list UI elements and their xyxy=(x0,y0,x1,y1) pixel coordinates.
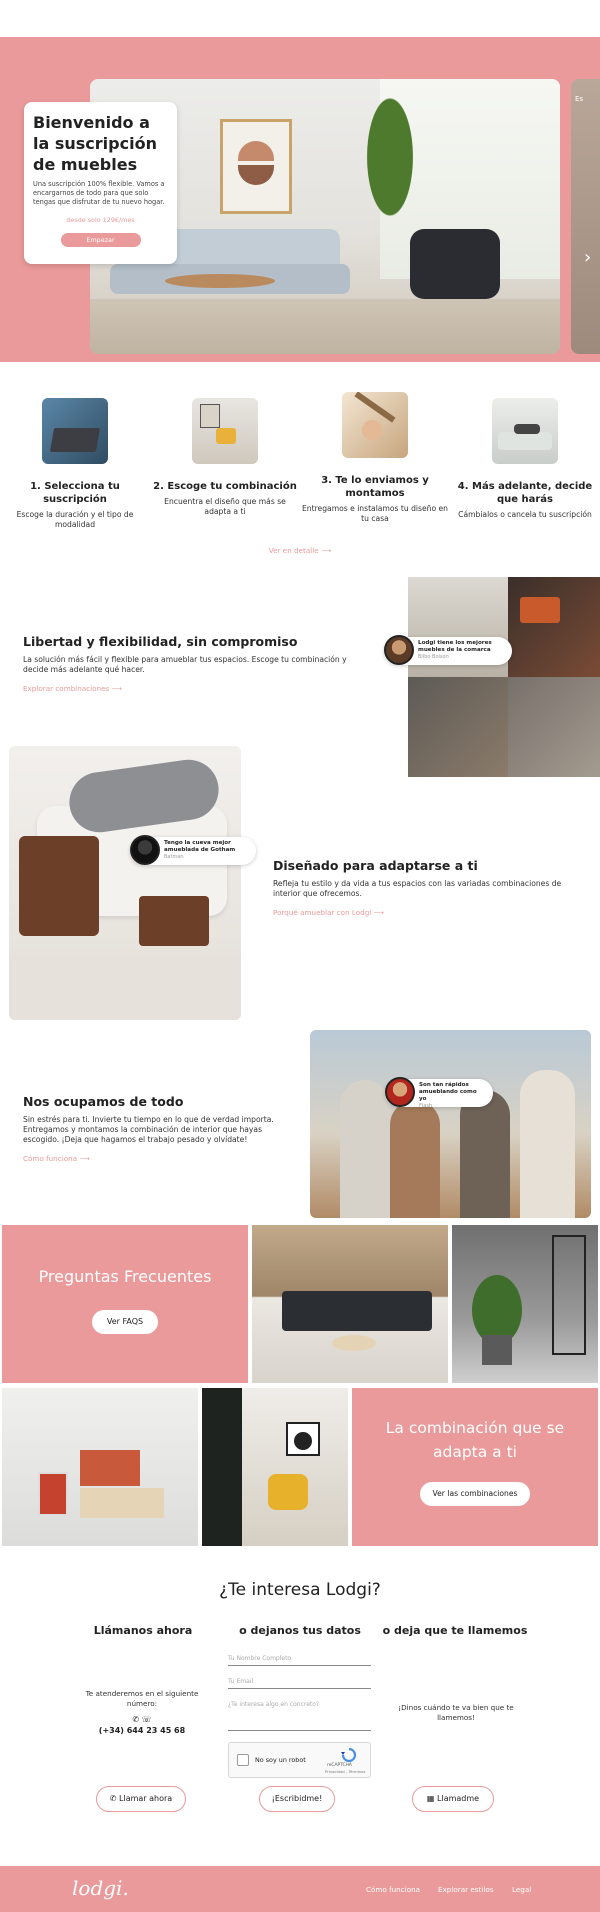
yellow-chair-tile-image xyxy=(202,1388,348,1546)
call-now-text: Te atenderemos en el siguiente número: xyxy=(85,1689,199,1708)
name-field[interactable]: Tu Nombre Completo xyxy=(228,1655,371,1666)
chevron-right-icon[interactable]: › xyxy=(584,247,591,268)
calendar-icon: ▦ xyxy=(426,1794,438,1803)
recaptcha-widget: No soy un robot reCAPTCHA Privacidad - T… xyxy=(228,1742,371,1778)
avatar xyxy=(384,635,414,665)
avatar xyxy=(385,1077,415,1107)
footer-link-how-it-works[interactable]: Cómo funciona xyxy=(366,1885,420,1894)
write-me-button[interactable]: ¡Escribidme! xyxy=(259,1786,335,1812)
step-title: 3. Te lo enviamos y montamos xyxy=(321,475,429,499)
hero-description: Una suscripción 100% flexible. Vamos a e… xyxy=(33,180,165,206)
testimonial-badge: Son tan rápidos amueblando como yo Flash xyxy=(385,1077,493,1109)
message-field[interactable]: ¿Te interesa algo en concreto? xyxy=(228,1701,371,1731)
email-field[interactable]: Tu Email xyxy=(228,1678,371,1689)
chair-image xyxy=(192,398,258,464)
call-me-label: Llamadme xyxy=(437,1794,480,1803)
step-title: 4. Más adelante, decide que harás xyxy=(457,481,593,505)
tv-room-tile-image xyxy=(2,1388,198,1546)
faq-tile: Preguntas Frecuentes Ver FAQS xyxy=(2,1225,248,1383)
testimonial-badge: Lodgi tiene los mejores muebles de la co… xyxy=(384,635,512,665)
feature-title: Diseñado para adaptarse a ti xyxy=(273,858,478,873)
see-details-link[interactable]: Ver en detalle ⟶ xyxy=(0,546,600,555)
avatar xyxy=(130,835,160,865)
testimonial-author: Bilbo Bolsón xyxy=(418,654,449,660)
hero-next-slide-preview: Es xyxy=(571,79,600,354)
start-button[interactable]: Empezar xyxy=(60,233,141,247)
combination-tile: La combinación que se adapta a ti Ver la… xyxy=(352,1388,598,1546)
feature-text: La solución más fácil y flexible para am… xyxy=(23,655,347,674)
view-combinations-button[interactable]: Ver las combinaciones xyxy=(420,1482,530,1506)
step-title: 1. Selecciona tu suscripción xyxy=(30,481,120,505)
feature-service: Nos ocupamos de todo Sin estrés para ti.… xyxy=(23,1094,288,1163)
feature-title: Libertad y flexibilidad, sin compromiso xyxy=(23,634,298,649)
step-4: 4. Más adelante, decide que harás Cámbia… xyxy=(450,398,600,520)
feature-text: Refleja tu estilo y da vida a tus espaci… xyxy=(273,879,562,898)
friends-image xyxy=(310,1030,591,1218)
write-me-label: ¡Escribidme! xyxy=(271,1794,323,1803)
testimonial-author: Flash xyxy=(419,1103,433,1109)
phone-number: (+34) 644 23 45 68 xyxy=(98,1726,186,1735)
captcha-label: No soy un robot xyxy=(255,1756,306,1764)
contact-title: ¿Te interesa Lodgi? xyxy=(219,1580,381,1600)
faq-title: Preguntas Frecuentes xyxy=(38,1267,212,1286)
step-text: Cámbialos o cancela tu suscripción xyxy=(458,510,592,519)
step-3: 3. Te lo enviamos y montamos Entregamos … xyxy=(300,392,450,524)
captcha-checkbox[interactable] xyxy=(237,1754,249,1766)
how-it-works-link[interactable]: Cómo funciona ⟶ xyxy=(23,1154,288,1163)
leave-data-heading: o dejanos tus datos xyxy=(239,1624,361,1637)
relaxing-image xyxy=(492,398,558,464)
feature-title: Nos ocupamos de todo xyxy=(23,1094,184,1109)
living-room-tile-image xyxy=(252,1225,448,1383)
step-text: Encuentra el diseño que más se adapta a … xyxy=(164,497,286,516)
captcha-links[interactable]: Privacidad - Términos xyxy=(325,1769,365,1774)
hero-peek-text: Es xyxy=(575,95,584,103)
phone-icon: ✆ xyxy=(109,1794,120,1803)
laptop-image xyxy=(42,398,108,464)
hero-banner: Es › Bienvenido a la suscripción de mueb… xyxy=(0,37,600,362)
combination-title: La combinación que se adapta a ti xyxy=(385,1419,565,1461)
explore-combinations-link[interactable]: Explorar combinaciones ⟶ xyxy=(23,684,368,693)
step-text: Entregamos e instalamos tu diseño en tu … xyxy=(302,504,448,523)
feature-design: Diseñado para adaptarse a ti Refleja tu … xyxy=(273,858,583,917)
testimonial-text: Son tan rápidos amueblando como yo xyxy=(419,1082,477,1102)
testimonial-author: Batman xyxy=(164,854,184,860)
step-1: 1. Selecciona tu suscripción Escoge la d… xyxy=(0,398,150,530)
call-now-heading: Llámanos ahora xyxy=(93,1624,193,1637)
hero-title: Bienvenido a la suscripción de muebles xyxy=(33,113,157,174)
testimonial-text: Lodgi tiene los mejores muebles de la co… xyxy=(418,640,492,653)
footer-link-legal[interactable]: Legal xyxy=(512,1885,531,1894)
armchair-image xyxy=(9,746,241,1020)
hero-card: Bienvenido a la suscripción de muebles U… xyxy=(24,102,177,264)
captcha-brand: reCAPTCHA xyxy=(327,1763,352,1768)
interior-collage-image xyxy=(408,577,600,777)
why-lodgi-link[interactable]: Porqué amueblar con Lodgi ⟶ xyxy=(273,908,583,917)
footer-link-explore-styles[interactable]: Explorar estilos xyxy=(438,1885,493,1894)
testimonial-text: Tengo la cueva mejor amueblada de Gotham xyxy=(164,840,236,853)
feature-flexibility: Libertad y flexibilidad, sin compromiso … xyxy=(23,634,368,693)
view-faqs-button[interactable]: Ver FAQS xyxy=(92,1310,158,1334)
feature-text: Sin estrés para ti. Invierte tu tiempo e… xyxy=(23,1115,274,1144)
call-me-button[interactable]: ▦ Llamadme xyxy=(412,1786,494,1812)
phone-whatsapp-icon: ✆ ☏ xyxy=(132,1715,152,1724)
recaptcha-logo-icon xyxy=(341,1747,357,1763)
call-me-text: ¡Dinos cuándo te va bien que te llamemos… xyxy=(398,1703,514,1722)
assembly-image xyxy=(342,392,408,458)
step-2: 2. Escoge tu combinación Encuentra el di… xyxy=(150,398,300,517)
plant-tile-image xyxy=(452,1225,598,1383)
call-me-heading: o deja que te llamemos xyxy=(382,1624,528,1637)
lodgi-logo[interactable]: lodgi. xyxy=(72,1876,129,1900)
testimonial-badge: Tengo la cueva mejor amueblada de Gotham… xyxy=(130,835,256,865)
step-title: 2. Escoge tu combinación xyxy=(153,481,297,492)
call-now-button[interactable]: ✆ Llamar ahora xyxy=(96,1786,186,1812)
step-text: Escoge la duración y el tipo de modalida… xyxy=(16,510,134,529)
footer: lodgi. Cómo funciona Explorar estilos Le… xyxy=(0,1866,600,1912)
hero-price: desde solo 129€/mes xyxy=(66,216,135,224)
call-now-label: Llamar ahora xyxy=(119,1794,173,1803)
